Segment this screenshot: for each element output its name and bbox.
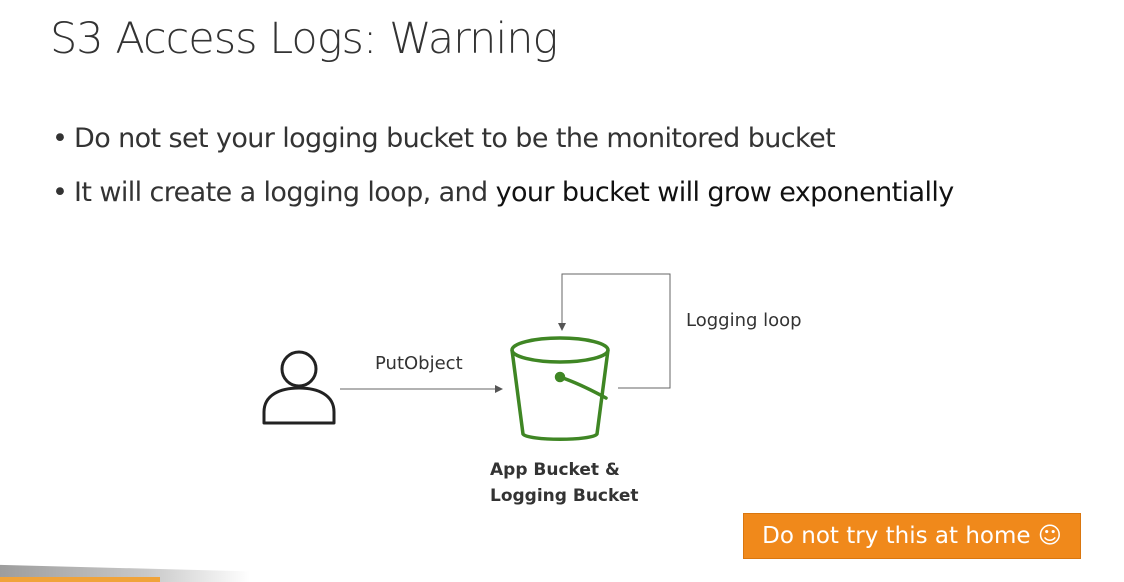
bucket-label: App Bucket & Logging Bucket xyxy=(490,457,690,509)
logging-loop-label: Logging loop xyxy=(686,310,802,331)
footer-accent xyxy=(0,577,160,582)
logging-loop-arrow xyxy=(558,273,671,389)
bucket-label-line1: App Bucket & xyxy=(490,460,620,480)
warning-callout: Do not try this at home ☺ xyxy=(743,513,1081,559)
s3-bucket-icon xyxy=(510,336,610,441)
user-icon xyxy=(262,350,336,425)
slide: S3 Access Logs: Warning Do not set your … xyxy=(0,0,1124,582)
bucket-label-line2: Logging Bucket xyxy=(490,486,639,506)
putobject-label: PutObject xyxy=(375,353,463,374)
